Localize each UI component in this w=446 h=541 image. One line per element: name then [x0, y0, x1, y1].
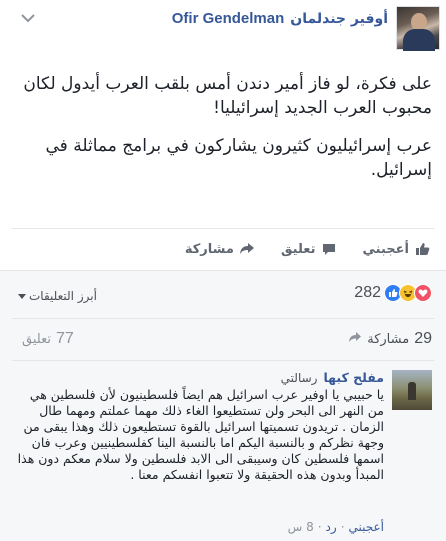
meta-separator: · — [317, 520, 322, 534]
comment-header: مفلح كبها رسالتي — [12, 370, 384, 386]
divider — [12, 360, 434, 361]
top-comments-label: أبرز التعليقات — [29, 289, 97, 303]
avatar-figure — [408, 382, 416, 400]
shares-count[interactable]: 29 مشاركة — [348, 330, 432, 348]
comment-text: يا حبيبي يا اوفير عرب اسرائيل هم ايضاً ف… — [17, 387, 384, 482]
like-label: أعجبني — [362, 241, 409, 257]
like-button[interactable]: أعجبني — [363, 241, 430, 257]
commenter-name[interactable]: مفلح كبها — [323, 370, 384, 386]
meta-separator: · — [340, 520, 345, 534]
share-icon — [239, 241, 255, 257]
post-card: أوفير جندلمان Ofir Gendelman على فكرة، ل… — [0, 0, 446, 541]
comment-meta: أعجبني · رد · 8 س — [288, 520, 384, 534]
author-name-latin[interactable]: Ofir Gendelman — [172, 10, 285, 27]
comments-label: تعليق — [22, 331, 51, 347]
comments-count[interactable]: 77 تعليق — [22, 330, 74, 348]
post-header: أوفير جندلمان Ofir Gendelman — [0, 0, 446, 60]
comment-like-link[interactable]: أعجبني — [349, 520, 384, 534]
post-paragraph: عرب إسرائيليون كثيرون يشاركون في برامج م… — [45, 136, 432, 180]
share-small-icon — [348, 330, 362, 348]
comment-button[interactable]: تعليق — [281, 241, 337, 257]
caret-down-icon — [18, 289, 26, 303]
post-body: على فكرة، لو فاز أمير دندن أمس بلقب العر… — [12, 72, 432, 196]
author-avatar[interactable] — [396, 6, 440, 51]
chevron-down-icon[interactable] — [18, 10, 38, 26]
post-paragraph: على فكرة، لو فاز أمير دندن أمس بلقب العر… — [23, 74, 432, 118]
commenter-avatar[interactable] — [392, 370, 432, 410]
reactions-summary[interactable]: 282 — [354, 284, 432, 302]
comment: مفلح كبها رسالتي يا حبيبي يا اوفير عرب ا… — [12, 370, 384, 483]
top-comments-dropdown[interactable]: أبرز التعليقات — [18, 289, 97, 303]
comment-timestamp[interactable]: 8 س — [288, 520, 314, 534]
avatar-body — [403, 29, 435, 51]
shares-label: مشاركة — [367, 331, 410, 347]
share-button[interactable]: مشاركة — [185, 241, 255, 257]
author-name[interactable]: أوفير جندلمان Ofir Gendelman — [172, 10, 388, 27]
author-name-arabic[interactable]: أوفير جندلمان — [290, 11, 388, 27]
reaction-icons — [384, 284, 432, 302]
share-label: مشاركة — [184, 241, 234, 257]
shares-number: 29 — [414, 330, 432, 347]
comment-tag: رسالتي — [280, 371, 318, 385]
comment-icon — [321, 241, 337, 257]
action-bar: أعجبني تعليق مشاركة — [16, 234, 430, 264]
comment-reply-link[interactable]: رد — [326, 520, 337, 534]
comments-number: 77 — [55, 330, 74, 347]
reaction-count[interactable]: 282 — [354, 284, 381, 302]
love-icon — [414, 284, 432, 302]
divider — [12, 318, 434, 319]
comment-label: تعليق — [280, 241, 316, 257]
thumbs-up-icon — [414, 241, 430, 257]
divider — [12, 228, 434, 229]
